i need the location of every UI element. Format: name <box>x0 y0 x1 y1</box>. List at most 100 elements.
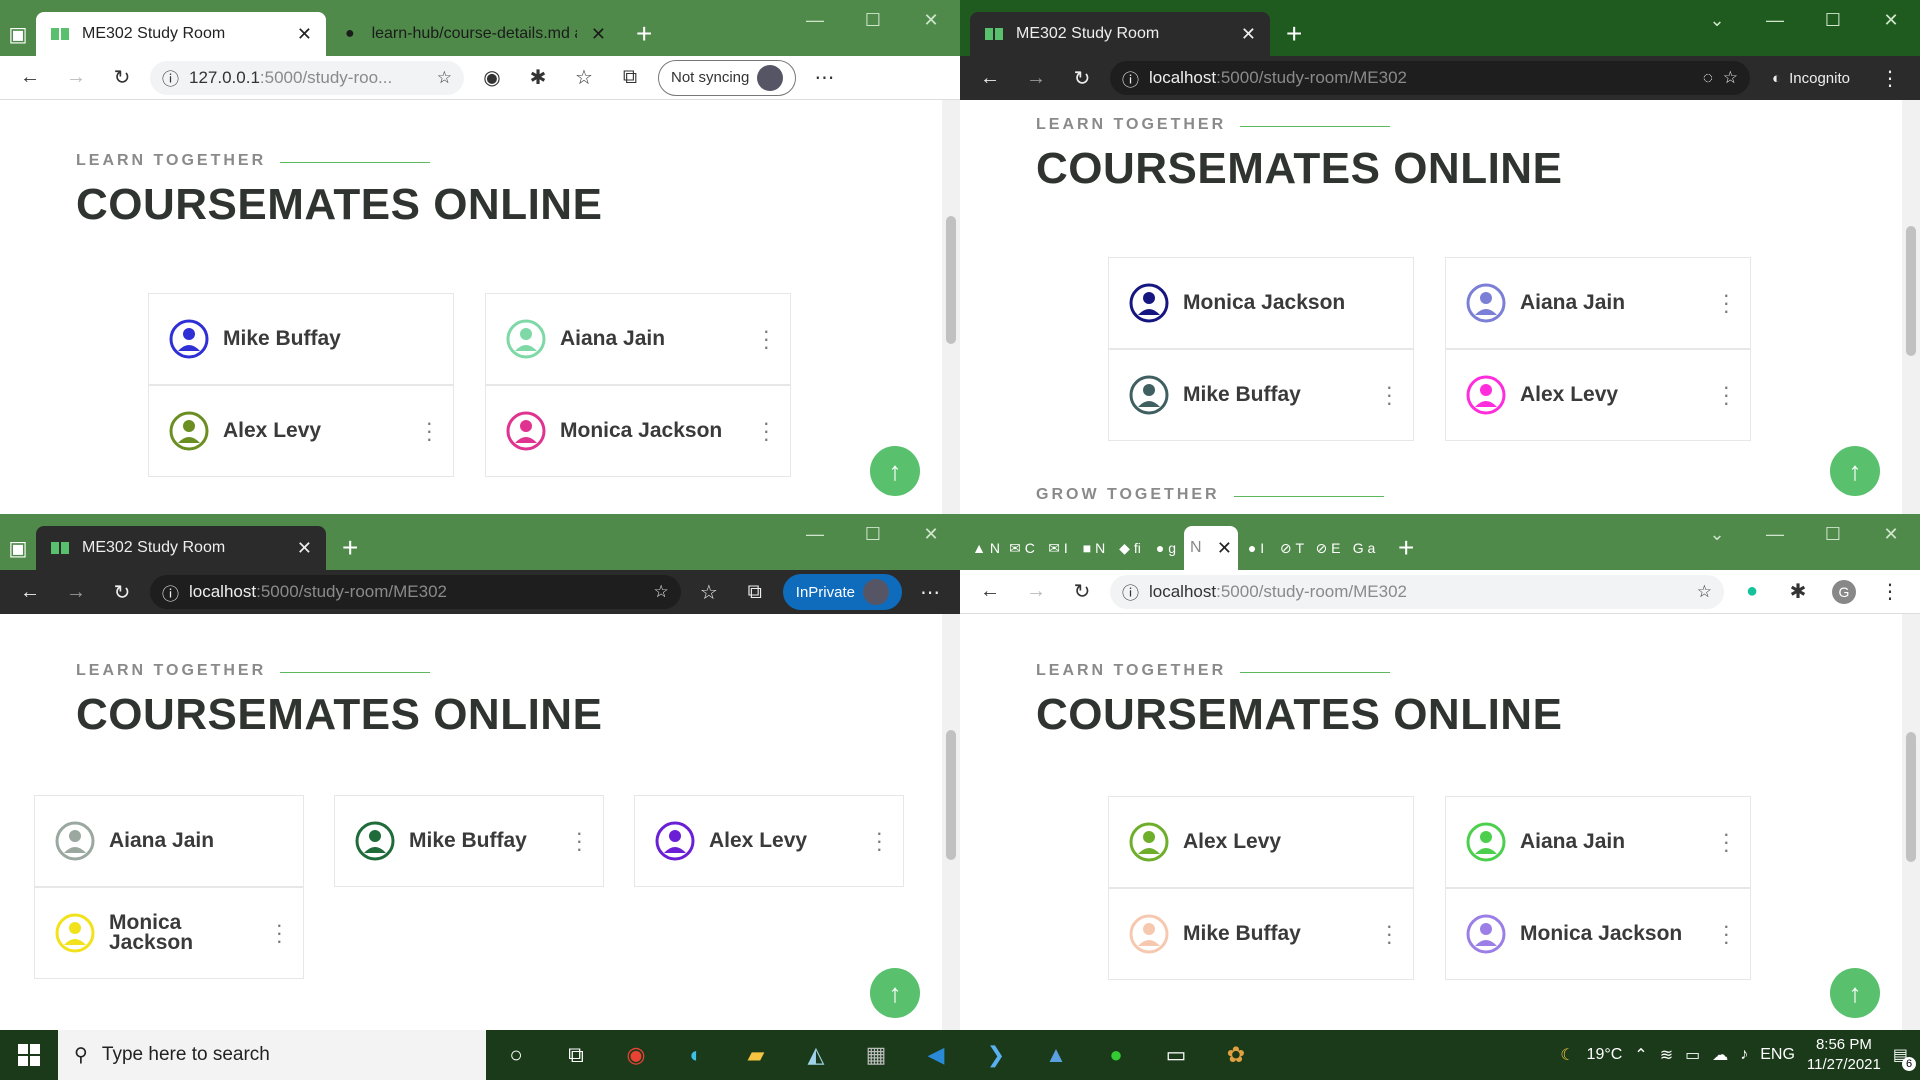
volume-icon[interactable]: ♪ <box>1740 1046 1748 1064</box>
more-vert-icon[interactable]: · · · <box>576 822 583 859</box>
tab-actions-icon[interactable]: ▣ <box>0 530 36 566</box>
more-icon[interactable]: ⋯ <box>912 574 948 610</box>
tab-github[interactable]: ● learn-hub/course-details.md at m ✕ <box>326 12 620 56</box>
tab-drive[interactable]: ▲ N <box>968 526 1004 570</box>
photos-icon[interactable]: ▲ <box>1026 1030 1086 1080</box>
more-vert-icon[interactable]: · · · <box>1386 915 1393 952</box>
tab-gmail-2[interactable]: ✉ I <box>1040 526 1076 570</box>
favorites-icon[interactable]: ☆ <box>691 574 727 610</box>
add-favorite-icon[interactable]: ☆ <box>437 68 452 88</box>
onedrive-icon[interactable]: ☁ <box>1712 1045 1728 1065</box>
forward-icon[interactable]: → <box>1018 60 1054 96</box>
tab-gmail[interactable]: ✉ C <box>1004 526 1040 570</box>
back-icon[interactable]: ← <box>972 574 1008 610</box>
reload-icon[interactable]: ↻ <box>1064 574 1100 610</box>
collections-icon[interactable]: ⧉ <box>612 60 648 96</box>
scrollbar[interactable] <box>942 100 960 514</box>
more-vert-icon[interactable]: · · · <box>763 320 770 357</box>
more-icon[interactable]: ⋯ <box>806 60 842 96</box>
chevron-up-icon[interactable]: ⌃ <box>1634 1045 1647 1065</box>
scrollbar[interactable] <box>1902 614 1920 1030</box>
member-card[interactable]: Monica Jackson · · · <box>1445 888 1751 980</box>
tab-t[interactable]: ⊘ T <box>1274 526 1310 570</box>
reload-icon[interactable]: ↻ <box>1064 60 1100 96</box>
new-tab-button[interactable]: + <box>1382 526 1430 570</box>
notes-icon[interactable]: ◭ <box>786 1030 846 1080</box>
close-icon[interactable]: ✕ <box>283 538 312 559</box>
new-tab-button[interactable]: + <box>326 526 374 570</box>
new-tab-button[interactable]: + <box>1270 12 1318 56</box>
profile-button[interactable]: Not syncing <box>658 59 797 96</box>
member-card[interactable]: Aiana Jain <box>34 795 304 887</box>
start-button[interactable] <box>0 1030 58 1080</box>
close-icon[interactable]: ✕ <box>577 24 606 45</box>
back-icon[interactable]: ← <box>972 60 1008 96</box>
edge-icon[interactable]: ◐ <box>666 1030 726 1080</box>
scrollbar[interactable] <box>942 614 960 1030</box>
more-vert-icon[interactable]: · · · <box>876 822 883 859</box>
member-card[interactable]: Mike Buffay · · · <box>334 795 604 887</box>
tab-study-room[interactable]: ME302 Study Room ✕ <box>36 526 326 570</box>
tab-search-icon[interactable]: ⌄ <box>1688 514 1746 554</box>
more-icon[interactable]: ⋮ <box>1872 574 1908 610</box>
profile-button[interactable]: InPrivate <box>782 574 902 610</box>
close-icon[interactable]: ✕ <box>1211 538 1232 559</box>
favorites-icon[interactable]: ☆ <box>566 60 602 96</box>
member-card[interactable]: Monica Jackson <box>1108 257 1414 349</box>
wifi-icon[interactable]: ≋ <box>1660 1045 1673 1065</box>
member-card[interactable]: Mike Buffay <box>148 293 454 385</box>
scroll-top-button[interactable]: ↑ <box>870 968 920 1018</box>
more-vert-icon[interactable]: · · · <box>763 412 770 449</box>
member-card[interactable]: Alex Levy · · · <box>148 385 454 477</box>
more-vert-icon[interactable]: · · · <box>1723 376 1730 413</box>
eye-off-icon[interactable]: ◌ <box>1703 68 1713 88</box>
tab-study-room[interactable]: ME302 Study Room ✕ <box>970 12 1270 56</box>
close-window-icon[interactable]: ✕ <box>1862 0 1920 40</box>
tab-study-room[interactable]: N ✕ <box>1184 526 1238 570</box>
mongodb-icon[interactable]: ● <box>1086 1030 1146 1080</box>
member-card[interactable]: Alex Levy · · · <box>1445 349 1751 441</box>
back-icon[interactable]: ← <box>12 574 48 610</box>
terminal-icon[interactable]: ▭ <box>1146 1030 1206 1080</box>
minimize-icon[interactable]: — <box>786 514 844 554</box>
more-vert-icon[interactable]: · · · <box>276 914 283 951</box>
battery-icon[interactable]: ▭ <box>1685 1045 1700 1065</box>
paint-icon[interactable]: ✿ <box>1206 1030 1266 1080</box>
address-bar[interactable]: ⓘ localhost:5000/study-room/ME302 ☆ <box>150 575 681 609</box>
tab-search-icon[interactable]: ⌄ <box>1688 0 1746 40</box>
vscode-icon[interactable]: ◀ <box>906 1030 966 1080</box>
member-card[interactable]: Aiana Jain · · · <box>1445 796 1751 888</box>
minimize-icon[interactable]: — <box>1746 514 1804 554</box>
member-card[interactable]: Alex Levy <box>1108 796 1414 888</box>
task-view-icon[interactable]: ⧉ <box>546 1030 606 1080</box>
notifications-icon[interactable]: ▤ 6 <box>1893 1045 1916 1071</box>
reload-icon[interactable]: ↻ <box>104 60 140 96</box>
taskbar-search[interactable]: ⚲ Type here to search <box>58 1030 486 1080</box>
weather-icon[interactable]: ☾ <box>1560 1045 1574 1065</box>
close-icon[interactable]: ✕ <box>283 24 312 45</box>
more-vert-icon[interactable]: · · · <box>1386 376 1393 413</box>
more-icon[interactable]: ⋮ <box>1872 60 1908 96</box>
collections-icon[interactable]: ⧉ <box>737 574 773 610</box>
more-vert-icon[interactable]: · · · <box>1723 284 1730 321</box>
address-bar[interactable]: ⓘ 127.0.0.1:5000/study-roo... ☆ <box>150 60 464 95</box>
chrome-icon[interactable]: ◉ <box>606 1030 666 1080</box>
tab-github[interactable]: ● g <box>1148 526 1184 570</box>
close-window-icon[interactable]: ✕ <box>902 0 960 40</box>
more-vert-icon[interactable]: · · · <box>1723 823 1730 860</box>
maximize-icon[interactable]: ☐ <box>1804 0 1862 40</box>
member-card[interactable]: Mike Buffay · · · <box>1108 888 1414 980</box>
powershell-icon[interactable]: ❯ <box>966 1030 1026 1080</box>
reload-icon[interactable]: ↻ <box>104 574 140 610</box>
new-tab-button[interactable]: + <box>620 12 668 56</box>
language-indicator[interactable]: ENG <box>1760 1046 1795 1064</box>
incognito-badge[interactable]: ◐ Incognito <box>1760 66 1862 91</box>
scroll-top-button[interactable]: ↑ <box>870 446 920 496</box>
forward-icon[interactable]: → <box>58 60 94 96</box>
bookmark-star-icon[interactable]: ☆ <box>1697 582 1712 602</box>
close-window-icon[interactable]: ✕ <box>902 514 960 554</box>
member-card[interactable]: Mike Buffay · · · <box>1108 349 1414 441</box>
tab-actions-icon[interactable]: ▣ <box>0 16 36 52</box>
scrollbar[interactable] <box>1902 100 1920 514</box>
tab-e[interactable]: ⊘ E <box>1310 526 1346 570</box>
